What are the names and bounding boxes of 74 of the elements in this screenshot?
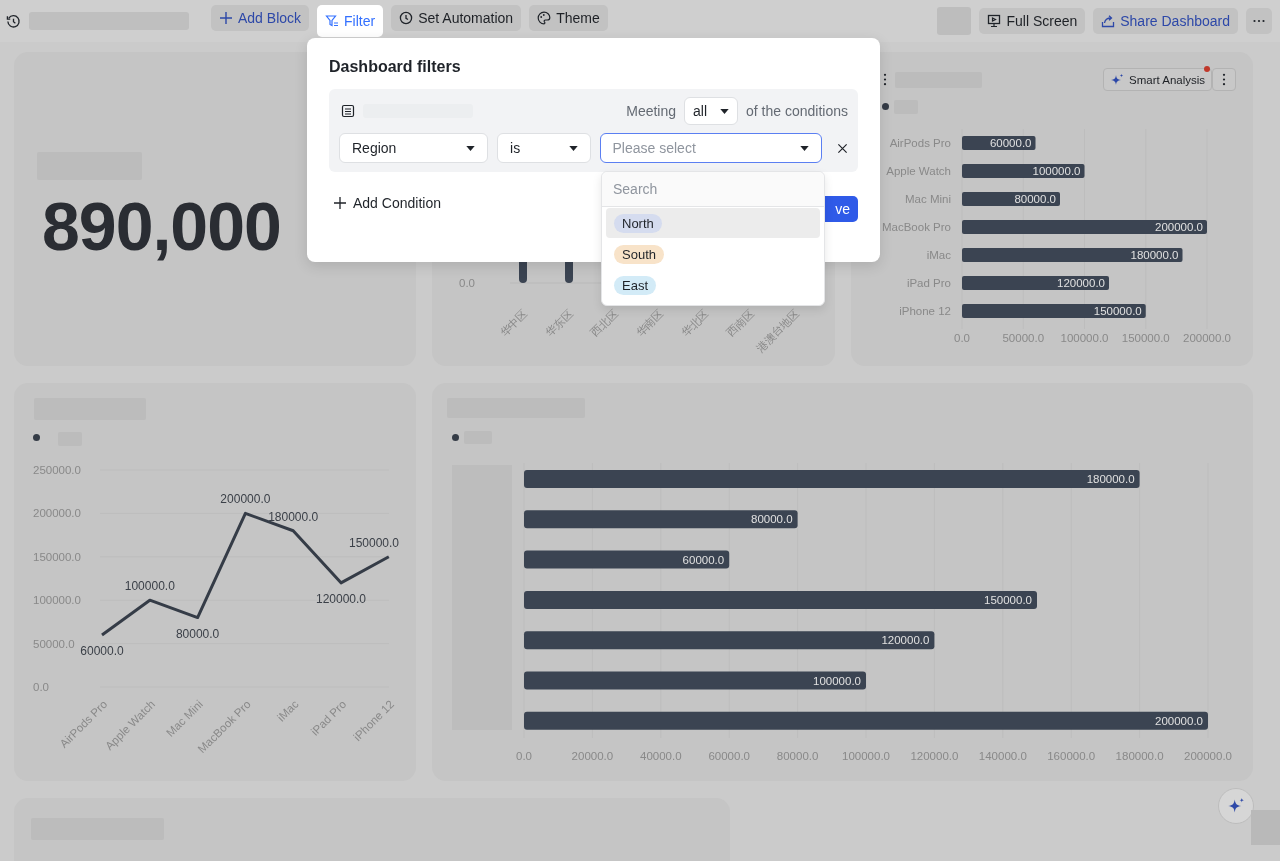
toolbar-button[interactable]: Set Automation <box>391 5 522 31</box>
value-label: 100000.0 <box>813 674 861 687</box>
value-label: 100000.0 <box>124 579 175 594</box>
axis-label: 80000.0 <box>776 750 819 762</box>
option-tag: East <box>614 275 656 295</box>
axis-label: 140000.0 <box>978 750 1027 762</box>
axis-label: 50000.0 <box>33 637 75 650</box>
value-label: 120000.0 <box>315 591 367 606</box>
axis-label: 0.0 <box>954 332 970 344</box>
toolbar-button[interactable]: Theme <box>529 5 608 31</box>
axis-label: 100000.0 <box>33 594 81 607</box>
axis-label: 60000.0 <box>708 750 750 762</box>
dropdown-option[interactable]: South <box>606 239 820 269</box>
match-select[interactable]: all <box>684 97 739 125</box>
smart-analysis-button[interactable]: Smart Analysis <box>1103 68 1213 91</box>
category-label: AirPods Pro <box>889 137 951 149</box>
category-label: iMac <box>926 249 951 261</box>
option-tag: South <box>614 244 664 264</box>
operator-select[interactable]: is <box>497 133 591 163</box>
value-label: 60000.0 <box>989 137 1032 149</box>
value-label: 80000.0 <box>175 626 220 641</box>
toolbar-button[interactable]: Filter <box>317 5 384 37</box>
value-label: 150000.0 <box>348 535 400 550</box>
conditions-label: of the conditions <box>746 103 848 119</box>
value-label: 120000.0 <box>1057 277 1105 289</box>
value-label: 180000.0 <box>1130 249 1179 261</box>
toolbar-button[interactable]: Full Screen <box>979 8 1086 34</box>
axis-label: 200000.0 <box>1184 750 1232 762</box>
axis-label: 100000.0 <box>1060 332 1109 344</box>
value-label: 200000.0 <box>1155 714 1203 727</box>
axis-label: 150000.0 <box>1121 332 1170 344</box>
value-label: 180000.0 <box>268 509 319 524</box>
axis-label: 0.0 <box>516 750 532 762</box>
axis-label: 200000.0 <box>33 507 81 520</box>
axis-label: 50000.0 <box>1002 332 1045 344</box>
toolbar-button[interactable]: Add Block <box>211 5 310 31</box>
category-label: 港澳台地区 <box>753 306 802 355</box>
axis-label: 100000.0 <box>842 750 890 762</box>
value-label: 80000.0 <box>751 513 793 526</box>
axis-label: 160000.0 <box>1047 750 1096 762</box>
dropdown-option[interactable]: East <box>606 270 820 300</box>
dropdown-option[interactable]: North <box>606 208 820 238</box>
axis-label: 40000.0 <box>640 750 682 762</box>
add-condition-button[interactable]: Add Condition <box>329 190 445 215</box>
axis-label: 0.0 <box>33 681 49 693</box>
toolbar-button[interactable]: Share Dashboard <box>1093 8 1238 34</box>
meeting-label: Meeting <box>626 103 677 119</box>
category-label: MacBook Pro <box>881 221 951 233</box>
axis-label: 150000.0 <box>33 550 81 563</box>
value-label: 60000.0 <box>682 553 725 566</box>
value-label: 100000.0 <box>1032 165 1081 177</box>
axis-label: 120000.0 <box>910 750 959 762</box>
search-field[interactable]: Search <box>602 172 824 207</box>
category-label: iPad Pro <box>906 277 951 289</box>
axis-label: 180000.0 <box>1115 750 1164 762</box>
value-label: 150000.0 <box>984 593 1032 606</box>
field-select[interactable]: Region <box>339 133 489 163</box>
value-label: 180000.0 <box>1086 473 1135 485</box>
dialog-title: Dashboard filters <box>329 58 462 76</box>
value-label: 120000.0 <box>881 634 930 647</box>
category-label: Apple Watch <box>886 165 951 177</box>
value-label: 60000.0 <box>80 643 124 658</box>
axis-label: 20000.0 <box>571 750 614 762</box>
category-label: Mac Mini <box>905 193 951 205</box>
category-label: iPhone 12 <box>899 305 951 317</box>
axis-label: 250000.0 <box>33 464 81 476</box>
kpi-value: 890,000 <box>42 187 281 265</box>
axis-label: 200000.0 <box>1183 332 1231 344</box>
value-label: 200000.0 <box>220 492 271 507</box>
value-label: 200000.0 <box>1155 221 1203 233</box>
axis-label: 0.0 <box>459 277 475 289</box>
value-label: 80000.0 <box>1014 193 1056 205</box>
value-label: 150000.0 <box>1093 305 1142 317</box>
option-tag: North <box>614 213 662 233</box>
